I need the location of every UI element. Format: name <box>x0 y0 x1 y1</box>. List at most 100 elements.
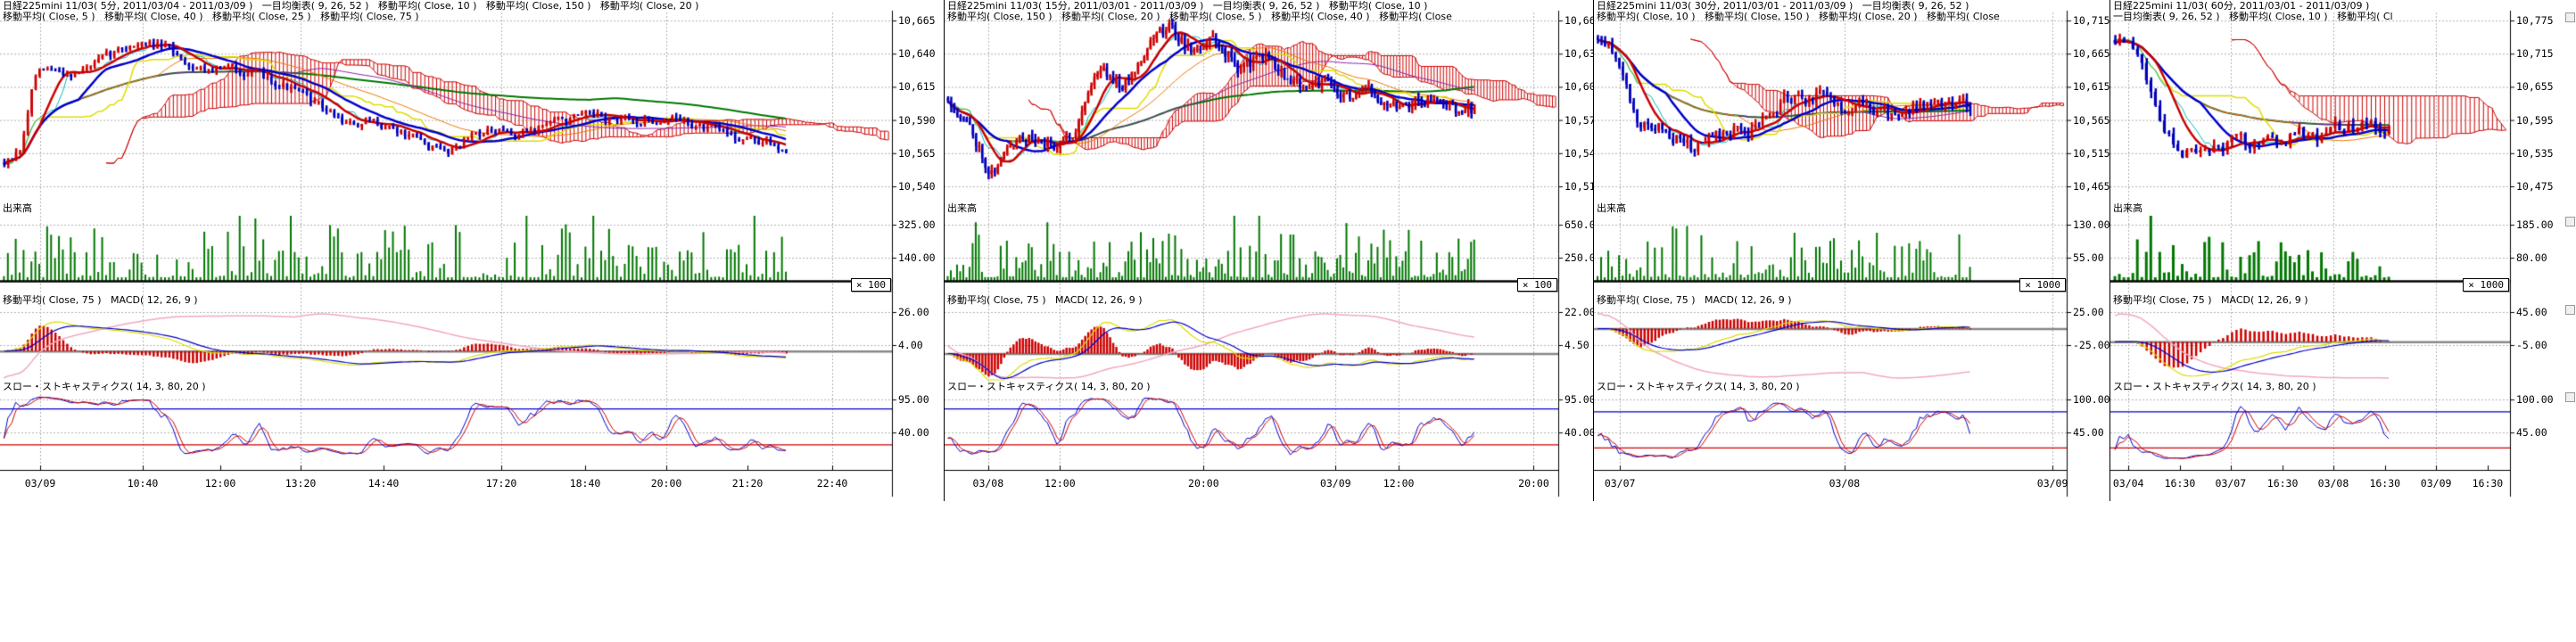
chart-canvas[interactable] <box>2110 0 2576 501</box>
volume-axis-label: 325.00 <box>898 219 936 230</box>
time-axis-label: 20:00 <box>1188 478 1219 489</box>
price-axis-label: 10,565 <box>898 148 936 159</box>
chart-panel-30min: 日経225mini 11/03( 30分, 2011/03/01 - 2011/… <box>1593 0 2110 501</box>
price-axis-label: 10,615 <box>898 81 936 92</box>
time-axis-label: 13:20 <box>285 478 317 489</box>
time-axis-label: 03/08 <box>973 478 1004 489</box>
price-axis-label: 10,475 <box>2516 181 2554 192</box>
price-axis-label: 10,595 <box>2516 115 2554 126</box>
volume-pane-label: 出来高 <box>2113 203 2143 213</box>
pane-handle-icon[interactable] <box>2565 217 2575 226</box>
time-axis-label: 16:30 <box>2267 478 2299 489</box>
stoch-axis-label: 40.00 <box>1565 427 1594 438</box>
price-axis-label: 10,57 <box>1565 115 1594 126</box>
chart-canvas[interactable] <box>1594 0 2110 501</box>
time-axis-label: 03/04 <box>2113 478 2144 489</box>
chart-panel-60min: 日経225mini 11/03( 60分, 2011/03/01 - 2011/… <box>2110 0 2576 501</box>
macd-axis-label: 4.50 <box>1565 340 1589 350</box>
volume-pane-label: 出来高 <box>3 203 32 213</box>
pane-handle-icon[interactable] <box>2565 12 2575 22</box>
stoch-axis-label: 95.00 <box>898 394 929 405</box>
macd-pane-label: 移動平均( Close, 75 ) MACD( 12, 26, 9 ) <box>2113 295 2308 305</box>
macd-pane-label: 移動平均( Close, 75 ) MACD( 12, 26, 9 ) <box>3 295 198 305</box>
chart-title-line1: 日経225mini 11/03( 60分, 2011/03/01 - 2011/… <box>2113 1 2509 11</box>
time-axis-label: 03/09 <box>1320 478 1351 489</box>
macd-axis-label: 25.00 <box>2073 307 2104 317</box>
pane-handle-icon[interactable] <box>2565 392 2575 402</box>
time-axis-label: 03/07 <box>1605 478 1636 489</box>
time-axis-label: 20:00 <box>651 478 682 489</box>
volume-multiplier-badge: × 1000 <box>2463 278 2509 292</box>
price-axis-label: 10,54 <box>1565 148 1594 159</box>
macd-axis-label: 26.00 <box>898 307 929 317</box>
time-axis-label: 20:00 <box>1518 478 1549 489</box>
chart-title-line2: 移動平均( Close, 10 ) 移動平均( Close, 150 ) 移動平… <box>1597 12 2066 21</box>
price-axis-label: 10,63 <box>1565 48 1594 59</box>
chart-workspace: 日経225mini 11/03( 5分, 2011/03/04 - 2011/0… <box>0 0 2576 642</box>
stoch-axis-label: 40.00 <box>898 427 929 438</box>
price-axis-label: 10,775 <box>2516 15 2554 26</box>
chart-canvas[interactable] <box>945 0 1594 501</box>
time-axis-label: 14:40 <box>368 478 400 489</box>
price-axis-label: 10,51 <box>1565 181 1594 192</box>
volume-axis-label: 80.00 <box>2516 252 2547 263</box>
chart-title-line1: 日経225mini 11/03( 5分, 2011/03/04 - 2011/0… <box>3 1 891 11</box>
time-axis-label: 12:00 <box>205 478 236 489</box>
chart-canvas[interactable] <box>0 0 944 501</box>
stoch-pane-label: スロー・ストキャスティクス( 14, 3, 80, 20 ) <box>3 382 206 391</box>
time-axis-label: 03/08 <box>1829 478 1861 489</box>
price-axis-label: 10,540 <box>898 181 936 192</box>
time-axis-label: 03/09 <box>2421 478 2452 489</box>
chart-title-line2: 移動平均( Close, 5 ) 移動平均( Close, 40 ) 移動平均(… <box>3 12 891 21</box>
macd-axis-label: 22.00 <box>1565 307 1594 317</box>
price-axis-label: 10,640 <box>898 48 936 59</box>
volume-pane-label: 出来高 <box>1597 203 1626 213</box>
price-axis-label: 10,535 <box>2516 148 2554 159</box>
stoch-pane-label: スロー・ストキャスティクス( 14, 3, 80, 20 ) <box>1597 382 1800 391</box>
time-axis-label: 03/09 <box>2037 478 2068 489</box>
volume-multiplier-badge: × 100 <box>1517 278 1557 292</box>
price-axis-label: 10,565 <box>2073 115 2110 126</box>
time-axis-label: 22:40 <box>817 478 848 489</box>
stoch-axis-label: 45.00 <box>2516 427 2547 438</box>
time-axis-label: 10:40 <box>128 478 159 489</box>
chart-title-line1: 日経225mini 11/03( 30分, 2011/03/01 - 2011/… <box>1597 1 2066 11</box>
stoch-axis-label: 100.00 <box>2073 394 2110 405</box>
stoch-pane-label: スロー・ストキャスティクス( 14, 3, 80, 20 ) <box>2113 382 2316 391</box>
macd-pane-label: 移動平均( Close, 75 ) MACD( 12, 26, 9 ) <box>1597 295 1792 305</box>
macd-axis-label: -5.00 <box>2516 340 2547 350</box>
macd-axis-label: 45.00 <box>2516 307 2547 317</box>
price-axis-label: 10,66 <box>1565 15 1594 26</box>
time-axis-label: 12:00 <box>1383 478 1415 489</box>
stoch-pane-label: スロー・ストキャスティクス( 14, 3, 80, 20 ) <box>947 382 1151 391</box>
price-axis-label: 10,590 <box>898 115 936 126</box>
volume-axis-label: 250.0 <box>1565 252 1594 263</box>
price-axis-label: 10,715 <box>2516 48 2554 59</box>
pane-handle-icon[interactable] <box>2565 305 2575 315</box>
price-axis-label: 10,715 <box>2073 15 2110 26</box>
chart-panel-5min: 日経225mini 11/03( 5分, 2011/03/04 - 2011/0… <box>0 0 944 501</box>
price-axis-label: 10,465 <box>2073 181 2110 192</box>
volume-axis-label: 650.0 <box>1565 219 1594 230</box>
volume-multiplier-badge: × 1000 <box>2019 278 2066 292</box>
time-axis-label: 16:30 <box>2473 478 2504 489</box>
stoch-axis-label: 95.00 <box>1565 394 1594 405</box>
time-axis-label: 16:30 <box>2369 478 2400 489</box>
time-axis-label: 16:30 <box>2165 478 2196 489</box>
price-axis-label: 10,615 <box>2073 81 2110 92</box>
chart-panel-15min: 日経225mini 11/03( 15分, 2011/03/01 - 2011/… <box>944 0 1594 501</box>
chart-title-line2: 一目均衡表( 9, 26, 52 ) 移動平均( Close, 10 ) 移動平… <box>2113 12 2509 21</box>
stoch-axis-label: 45.00 <box>2073 427 2104 438</box>
volume-multiplier-badge: × 100 <box>851 278 891 292</box>
chart-title-line1: 日経225mini 11/03( 15分, 2011/03/01 - 2011/… <box>947 1 1557 11</box>
time-axis-label: 21:20 <box>732 478 764 489</box>
volume-axis-label: 130.00 <box>2073 219 2110 230</box>
price-axis-label: 10,655 <box>2516 81 2554 92</box>
macd-pane-label: 移動平均( Close, 75 ) MACD( 12, 26, 9 ) <box>947 295 1143 305</box>
time-axis-label: 03/08 <box>2318 478 2349 489</box>
volume-pane-label: 出来高 <box>947 203 977 213</box>
price-axis-label: 10,665 <box>898 15 936 26</box>
price-axis-label: 10,60 <box>1565 81 1594 92</box>
time-axis-label: 12:00 <box>1044 478 1076 489</box>
chart-title-line2: 移動平均( Close, 150 ) 移動平均( Close, 20 ) 移動平… <box>947 12 1557 21</box>
